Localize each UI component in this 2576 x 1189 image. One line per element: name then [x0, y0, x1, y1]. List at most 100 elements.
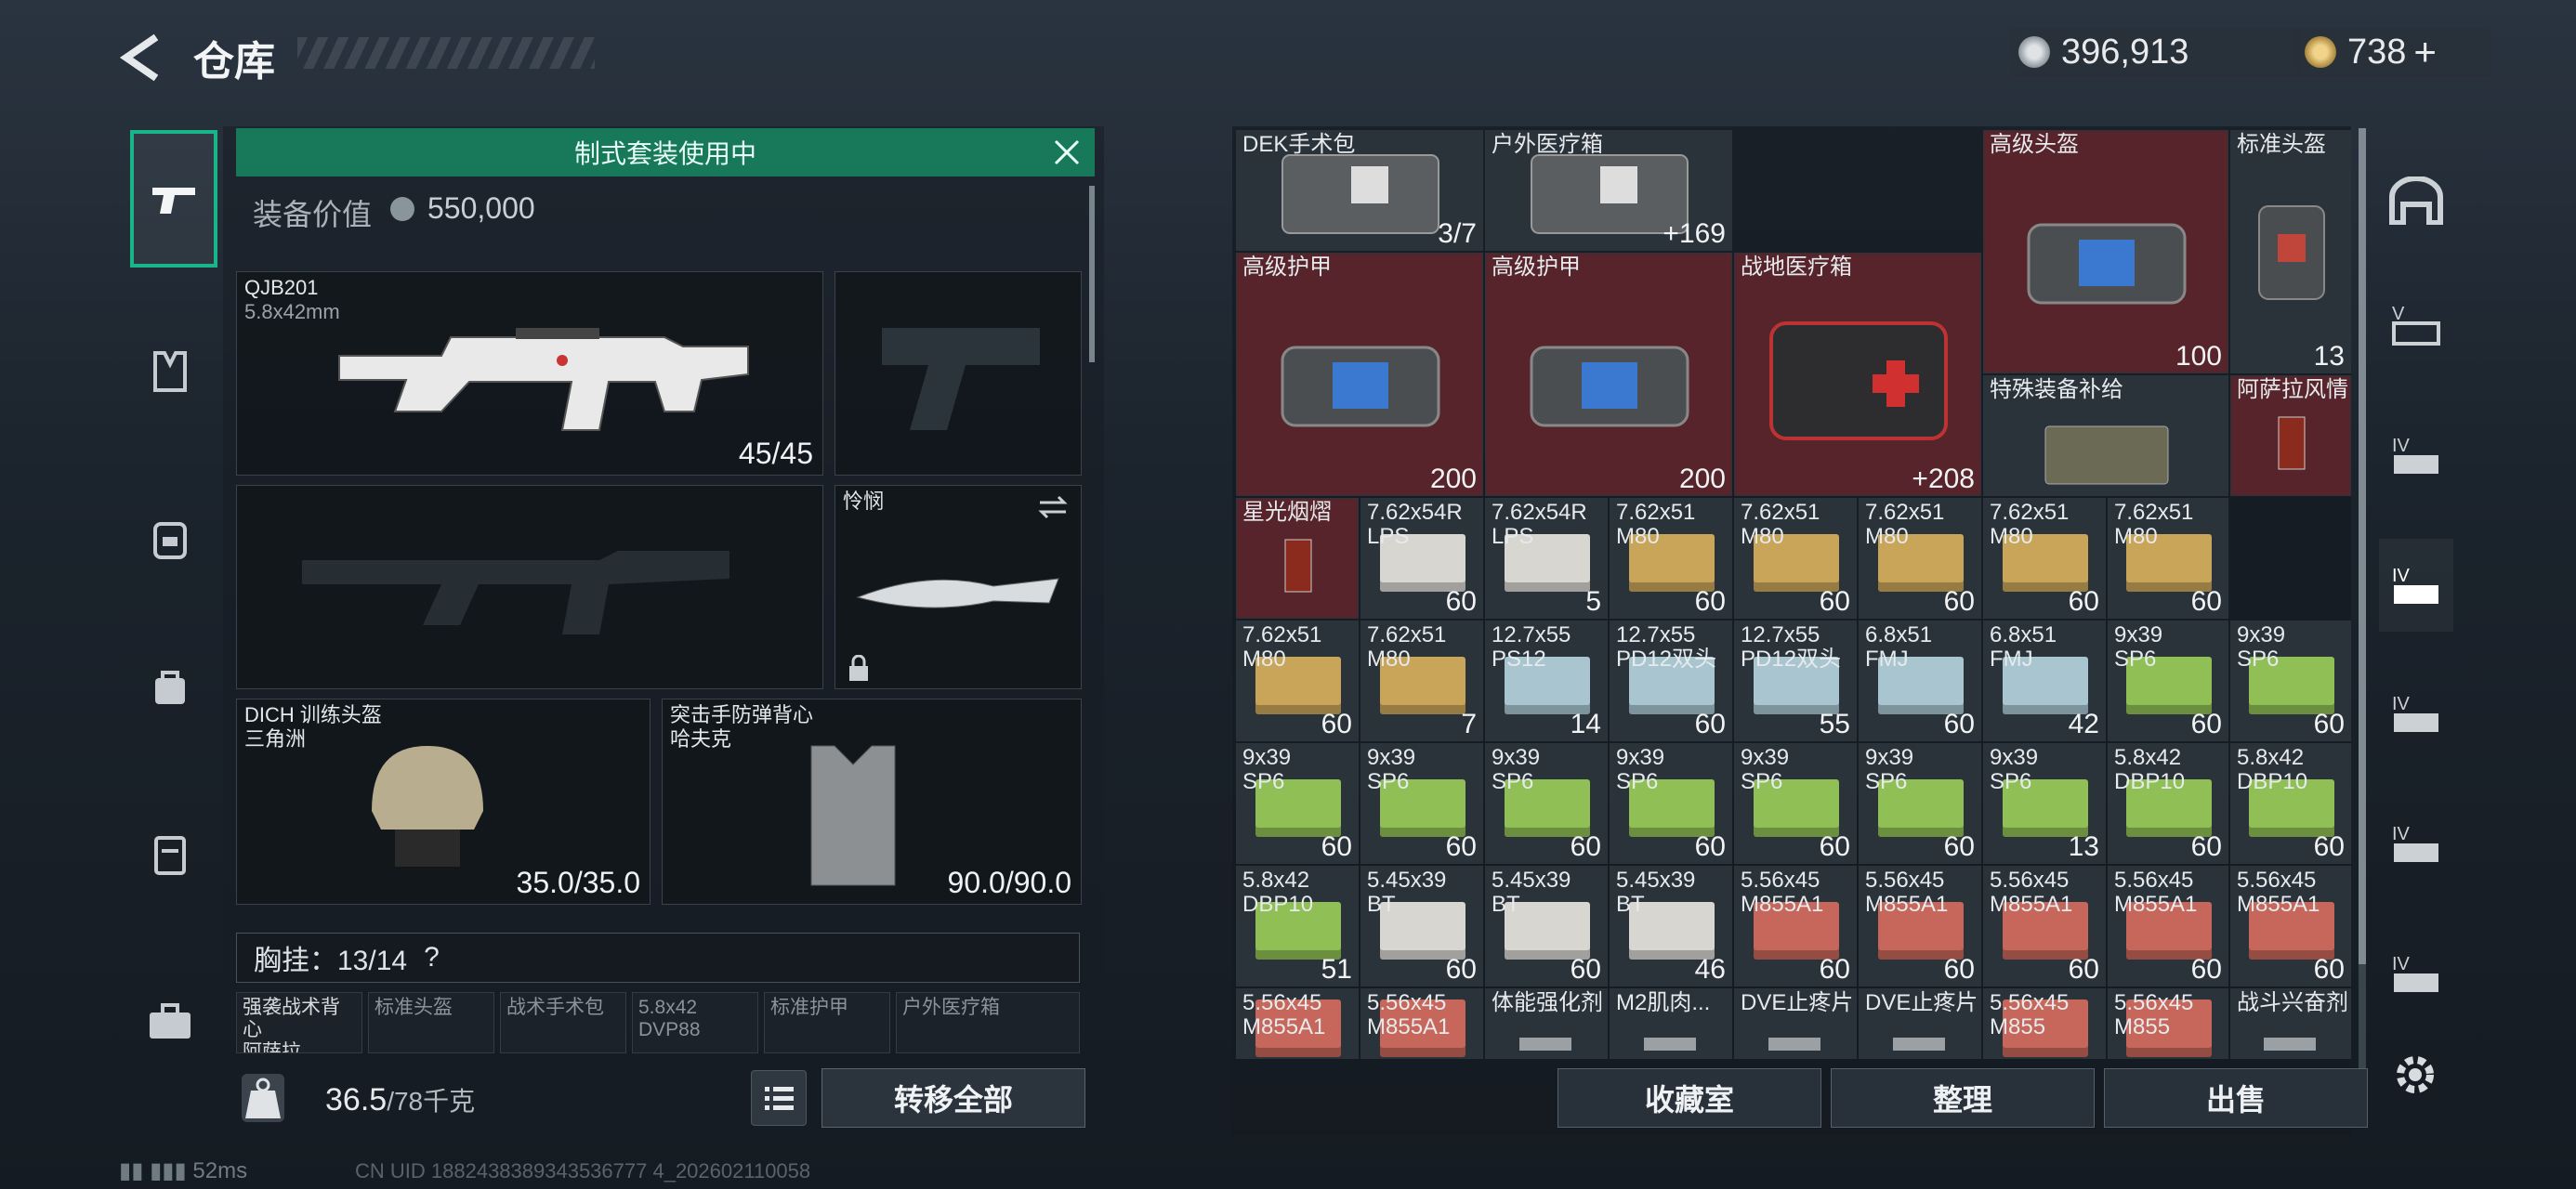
storage-item[interactable]: M2肌肉... — [1610, 988, 1732, 1059]
loadout-scrollbar[interactable] — [1089, 186, 1095, 362]
nav-case-iv-1[interactable]: IV — [2379, 409, 2453, 502]
storage-item[interactable]: 9x39 SP6 60 — [2108, 621, 2228, 741]
storage-item[interactable]: 9x39 SP6 13 — [1983, 743, 2106, 864]
storage-item[interactable]: 高级头盔 100 — [1983, 130, 2228, 373]
chest-sub-label: 战术手术包 — [506, 997, 604, 1018]
storage-item[interactable]: 5.56x45 M855 — [2108, 988, 2228, 1059]
storage-item[interactable]: 户外医疗箱 +169 — [1485, 130, 1732, 251]
storage-item[interactable]: 5.56x45 M855A1 — [1236, 988, 1359, 1059]
melee-slot[interactable]: 怜悯 — [835, 485, 1082, 689]
storage-item[interactable]: 7.62x51 M80 60 — [1236, 621, 1359, 741]
storage-item[interactable]: DEK手术包 3/7 — [1236, 130, 1483, 251]
add-currency-button[interactable]: + — [2413, 30, 2437, 74]
settings-gear-icon[interactable] — [2390, 1050, 2440, 1100]
storage-item[interactable]: 12.7x55 PS12 14 — [1485, 621, 1608, 741]
storage-item[interactable]: 5.8x42 DBP10 60 — [2108, 743, 2228, 864]
storage-item[interactable]: 12.7x55 PD12双头 55 — [1734, 621, 1857, 741]
storage-item[interactable]: 5.56x45 M855A1 60 — [1734, 866, 1857, 986]
sell-button[interactable]: 出售 — [2104, 1068, 2368, 1128]
syringe-image — [1768, 1038, 1820, 1051]
storage-item[interactable]: 5.8x42 DBP10 51 — [1236, 866, 1359, 986]
back-arrow-icon[interactable] — [119, 33, 164, 82]
storage-item[interactable]: 7.62x51 M80 60 — [1983, 498, 2106, 619]
storage-item[interactable]: 9x39 SP6 60 — [1734, 743, 1857, 864]
nav-toolbox[interactable] — [130, 957, 210, 1087]
storage-item[interactable]: 9x39 SP6 60 — [1859, 743, 1981, 864]
chest-rig-bar[interactable]: 胸挂：13/14 ? — [236, 933, 1080, 983]
storage-item[interactable]: 9x39 SP6 60 — [1236, 743, 1359, 864]
storage-item[interactable]: 7.62x54R LPS 60 — [1360, 498, 1483, 619]
chest-sub-slot[interactable]: 强袭战术背心 阿萨拉 — [236, 992, 362, 1053]
storage-item[interactable]: 战斗兴奋剂 — [2230, 988, 2351, 1059]
chest-sub-slot[interactable]: 战术手术包 — [500, 992, 626, 1053]
storage-item[interactable]: 12.7x55 PD12双头 60 — [1610, 621, 1732, 741]
item-count: 60 — [1943, 954, 1975, 985]
sort-button[interactable]: 整理 — [1831, 1068, 2095, 1128]
storage-item[interactable]: 7.62x51 M80 60 — [1610, 498, 1732, 619]
list-view-button[interactable] — [751, 1070, 807, 1126]
storage-item[interactable]: 高级护甲 200 — [1236, 253, 1483, 496]
nav-case-iv-5[interactable]: IV — [2379, 927, 2453, 1020]
nav-case[interactable] — [130, 790, 210, 920]
secondary-weapon-slot-empty[interactable] — [236, 485, 823, 689]
nav-storage-main[interactable] — [2379, 154, 2453, 247]
nav-bag[interactable] — [130, 622, 210, 752]
chest-sub-slot[interactable]: 标准护甲 — [764, 992, 890, 1053]
nav-backpack[interactable] — [130, 474, 210, 604]
storage-item[interactable]: 7.62x51 M80 60 — [1734, 498, 1857, 619]
storage-item[interactable]: 9x39 SP6 60 — [2230, 621, 2351, 741]
storage-item[interactable]: 5.45x39 BT 60 — [1485, 866, 1608, 986]
chest-sub-slot[interactable]: 标准头盔 — [368, 992, 494, 1053]
collection-room-button[interactable]: 收藏室 — [1557, 1068, 1821, 1128]
storage-item[interactable]: 5.56x45 M855A1 — [1360, 988, 1483, 1059]
transfer-all-button[interactable]: 转移全部 — [821, 1068, 1085, 1128]
nav-case-iv-3[interactable]: IV — [2379, 667, 2453, 760]
primary-weapon-slot[interactable]: QJB201 5.8x42mm 45/45 — [236, 271, 823, 476]
storage-item[interactable]: DVE止疼片 — [1734, 988, 1857, 1059]
chest-sub-slot[interactable]: 户外医疗箱 — [896, 992, 1080, 1053]
storage-item[interactable]: 星光烟熠 — [1236, 498, 1359, 619]
storage-item[interactable]: 高级护甲 200 — [1485, 253, 1732, 496]
sidearm-slot-empty[interactable] — [835, 271, 1082, 476]
storage-item[interactable]: 6.8x51 FMJ 42 — [1983, 621, 2106, 741]
storage-item[interactable]: 特殊装备补给 — [1983, 375, 2228, 496]
storage-item[interactable]: 9x39 SP6 60 — [1610, 743, 1732, 864]
storage-item[interactable]: 9x39 SP6 60 — [1360, 743, 1483, 864]
nav-weapons[interactable] — [130, 130, 217, 268]
armor-slot[interactable]: 突击手防弹背心 哈夫克 90.0/90.0 — [662, 699, 1082, 905]
nav-case-iv-4[interactable]: IV — [2379, 797, 2453, 890]
storage-item[interactable]: 5.56x45 M855A1 60 — [2230, 866, 2351, 986]
list-icon — [765, 1087, 794, 1110]
nav-case-v[interactable]: V — [2379, 277, 2453, 370]
storage-item[interactable]: 5.56x45 M855 — [1983, 988, 2106, 1059]
storage-item[interactable]: 5.56x45 M855A1 60 — [2108, 866, 2228, 986]
gold-coin-icon — [2305, 36, 2336, 68]
helmet-slot[interactable]: DICH 训练头盔 三角洲 35.0/35.0 — [236, 699, 651, 905]
close-icon[interactable] — [1050, 136, 1084, 169]
storage-item[interactable]: 7.62x51 M80 7 — [1360, 621, 1483, 741]
storage-item[interactable]: 6.8x51 FMJ 60 — [1859, 621, 1981, 741]
swap-icon[interactable] — [1036, 493, 1070, 521]
nav-case-iv-2-active[interactable]: IV — [2379, 539, 2453, 632]
storage-item[interactable]: 7.62x51 M80 60 — [2108, 498, 2228, 619]
storage-item[interactable]: 标准头盔 13 — [2230, 130, 2351, 373]
storage-item[interactable]: 阿萨拉风情 — [2230, 375, 2351, 496]
storage-item[interactable]: 9x39 SP6 60 — [1485, 743, 1608, 864]
storage-scrollbar[interactable] — [2359, 128, 2366, 964]
storage-item[interactable]: 7.62x54R LPS 5 — [1485, 498, 1608, 619]
storage-item[interactable]: 体能强化剂 — [1485, 988, 1608, 1059]
storage-item[interactable]: 5.56x45 M855A1 60 — [1983, 866, 2106, 986]
storage-item[interactable]: DVE止疼片 — [1859, 988, 1981, 1059]
storage-item[interactable]: 战地医疗箱 +208 — [1734, 253, 1981, 496]
storage-item[interactable]: 5.45x39 BT 46 — [1610, 866, 1732, 986]
storage-item[interactable]: 5.8x42 DBP10 60 — [2230, 743, 2351, 864]
item-count: 200 — [1429, 464, 1477, 494]
storage-item[interactable]: 5.56x45 M855A1 60 — [1859, 866, 1981, 986]
gold-currency[interactable]: 738 + — [2295, 28, 2491, 76]
chest-sub-slot[interactable]: 5.8x42 DVP88 — [632, 992, 758, 1053]
storage-item[interactable]: 5.45x39 BT 60 — [1360, 866, 1483, 986]
item-count: 60 — [1819, 954, 1850, 985]
nav-vest[interactable] — [130, 307, 210, 437]
help-icon[interactable]: ? — [424, 942, 440, 973]
storage-item[interactable]: 7.62x51 M80 60 — [1859, 498, 1981, 619]
